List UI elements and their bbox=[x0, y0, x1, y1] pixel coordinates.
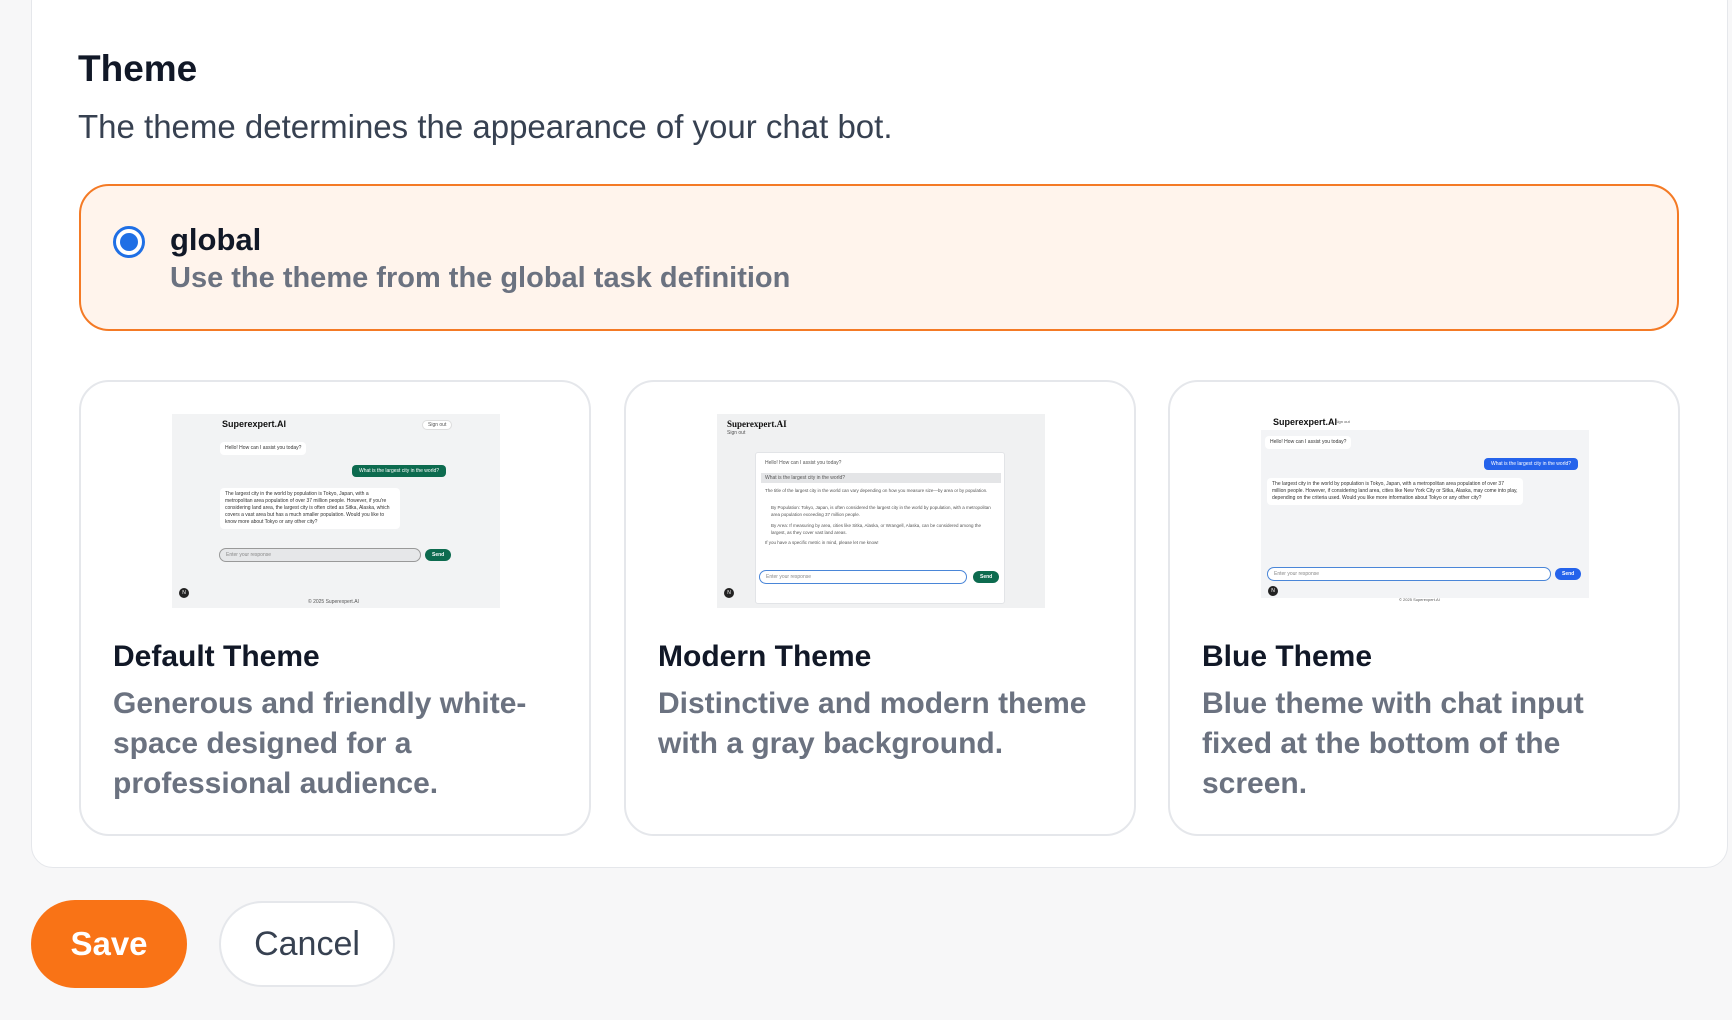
save-button[interactable]: Save bbox=[31, 900, 187, 988]
theme-card-title: Modern Theme bbox=[658, 640, 872, 673]
preview-sign-out: Sign out bbox=[1335, 419, 1350, 424]
preview-footer: © 2025 Superexpert.AI bbox=[1399, 597, 1440, 602]
preview-greeting: Hello! How can I assist you today? bbox=[220, 442, 307, 455]
preview-answer: The largest city in the world by populat… bbox=[1267, 478, 1523, 505]
preview-input: Enter your response bbox=[219, 548, 421, 562]
preview-user-message: What is the largest city in the world? bbox=[761, 473, 1001, 483]
preview-answer-point: By Area: If measuring by area, cities li… bbox=[771, 523, 982, 535]
global-option-description: Use the theme from the global task defin… bbox=[170, 262, 791, 294]
preview-brand: Superexpert.AI bbox=[222, 419, 287, 429]
default-theme-preview: Superexpert.AI Sign out Hello! How can I… bbox=[172, 414, 500, 608]
global-radio-button[interactable] bbox=[113, 226, 145, 258]
global-option-label: global bbox=[170, 222, 262, 257]
theme-card-modern[interactable]: Superexpert.AI Sign out Hello! How can I… bbox=[624, 380, 1136, 836]
preview-answer-point: By Population: Tokyo, Japan, is often co… bbox=[771, 505, 991, 517]
preview-user-message: What is the largest city in the world? bbox=[1484, 458, 1579, 470]
theme-card-default[interactable]: Superexpert.AI Sign out Hello! How can I… bbox=[79, 380, 591, 836]
preview-avatar: N bbox=[724, 588, 734, 598]
preview-footer: © 2025 Superexpert.AI bbox=[308, 599, 359, 605]
theme-card-title: Default Theme bbox=[113, 640, 320, 673]
theme-card-description: Blue theme with chat input fixed at the … bbox=[1202, 687, 1584, 800]
preview-greeting: Hello! How can I assist you today? bbox=[765, 460, 842, 466]
theme-card-description: Distinctive and modern theme with a gray… bbox=[658, 687, 1087, 760]
section-description: The theme determines the appearance of y… bbox=[78, 108, 893, 145]
preview-brand: Superexpert.AI bbox=[727, 419, 787, 429]
global-theme-option[interactable]: global Use the theme from the global tas… bbox=[79, 184, 1679, 331]
theme-card-title: Blue Theme bbox=[1202, 640, 1373, 673]
blue-theme-preview: Superexpert.AI Sign out Hello! How can I… bbox=[1261, 414, 1589, 608]
radio-selected-dot bbox=[120, 233, 138, 251]
modern-theme-preview: Superexpert.AI Sign out Hello! How can I… bbox=[717, 414, 1045, 608]
preview-greeting: Hello! How can I assist you today? bbox=[1265, 436, 1352, 449]
preview-answer-outro: If you have a specific metric in mind, p… bbox=[765, 540, 879, 545]
preview-sign-out: Sign out bbox=[727, 430, 746, 436]
preview-avatar: N bbox=[1268, 586, 1278, 596]
preview-send: Send bbox=[973, 571, 1000, 583]
preview-avatar: N bbox=[179, 588, 189, 598]
cancel-button[interactable]: Cancel bbox=[219, 901, 395, 987]
preview-brand: Superexpert.AI bbox=[1273, 417, 1338, 427]
theme-card-description: Generous and friendly white-space design… bbox=[113, 687, 527, 800]
preview-sign-out: Sign out bbox=[422, 420, 453, 430]
preview-input: Enter your response bbox=[759, 570, 967, 584]
preview-send: Send bbox=[1555, 568, 1582, 580]
theme-card-blue[interactable]: Superexpert.AI Sign out Hello! How can I… bbox=[1168, 380, 1680, 836]
preview-send: Send bbox=[425, 549, 452, 561]
preview-answer: The largest city in the world by populat… bbox=[220, 488, 400, 529]
preview-input: Enter your response bbox=[1267, 567, 1551, 581]
preview-answer-intro: The title of the largest city in the wor… bbox=[765, 488, 988, 493]
section-title: Theme bbox=[78, 48, 198, 89]
preview-user-message: What is the largest city in the world? bbox=[352, 465, 447, 477]
